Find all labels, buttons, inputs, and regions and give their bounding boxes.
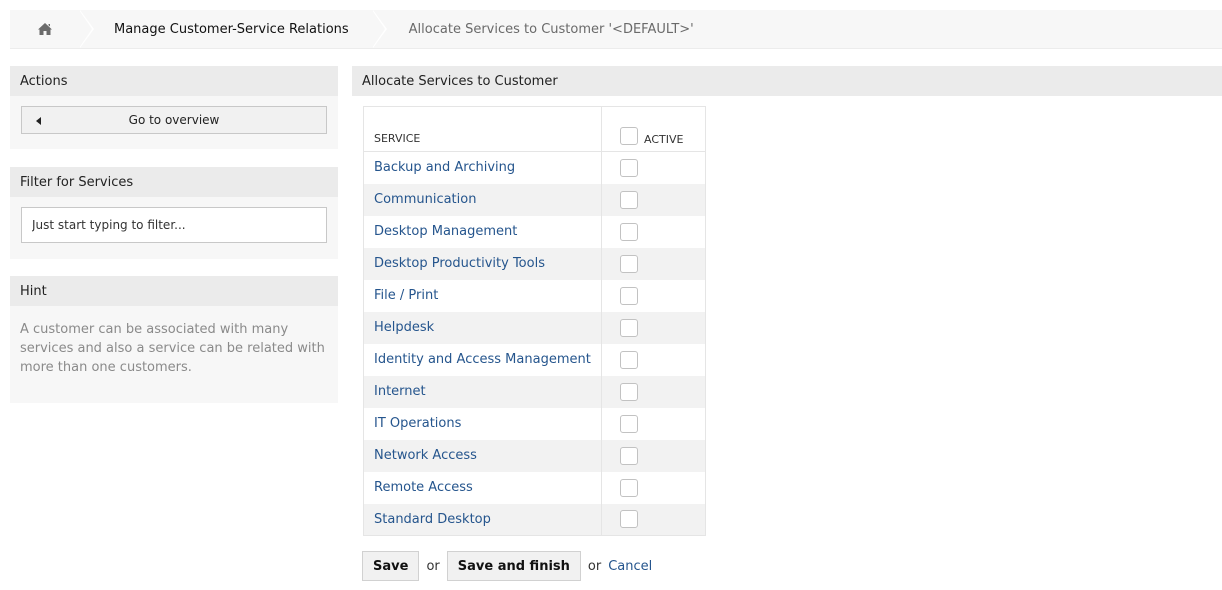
table-row: Network Access — [363, 439, 706, 472]
table-row: File / Print — [364, 279, 706, 312]
service-active-checkbox[interactable] — [620, 190, 638, 209]
caret-left-icon — [36, 117, 41, 125]
table-row: Standard Desktop — [363, 503, 706, 536]
save-button[interactable]: Save — [362, 551, 420, 581]
hint-text: A customer can be associated with many s… — [20, 322, 325, 375]
services-table: SERVICE ACTIVE Backup and Archiving Comm… — [363, 106, 706, 536]
service-active-checkbox[interactable] — [620, 254, 638, 273]
breadcrumb-manage-relations[interactable]: Manage Customer-Service Relations — [80, 10, 387, 48]
service-link[interactable]: Internet — [363, 375, 602, 408]
service-active-checkbox[interactable] — [620, 222, 638, 241]
breadcrumb: Manage Customer-Service Relations Alloca… — [10, 10, 1222, 49]
service-link[interactable]: Helpdesk — [363, 311, 602, 344]
table-row: Communication — [363, 183, 706, 216]
actions-panel: Actions Go to overview — [10, 66, 338, 149]
service-link[interactable]: Desktop Management — [364, 216, 602, 248]
hint-panel-title: Hint — [10, 276, 338, 306]
service-active-checkbox[interactable] — [620, 350, 638, 369]
or-text: or — [587, 558, 602, 574]
home-icon — [38, 23, 52, 35]
hint-panel: Hint A customer can be associated with m… — [10, 276, 338, 403]
form-actions: Save or Save and finish or Cancel — [362, 551, 652, 581]
table-row: Desktop Management — [364, 215, 706, 248]
table-row: Remote Access — [364, 471, 706, 504]
breadcrumb-manage-relations-label: Manage Customer-Service Relations — [114, 21, 349, 37]
select-all-checkbox[interactable] — [620, 127, 638, 145]
service-active-checkbox[interactable] — [620, 446, 638, 465]
breadcrumb-current-label: Allocate Services to Customer '<DEFAULT>… — [408, 21, 694, 37]
service-link[interactable]: IT Operations — [364, 408, 602, 440]
column-header-active: ACTIVE — [601, 106, 706, 152]
service-active-checkbox[interactable] — [620, 382, 638, 401]
go-to-overview-label: Go to overview — [128, 113, 220, 127]
table-row: Desktop Productivity Tools — [363, 247, 706, 280]
service-active-checkbox[interactable] — [620, 158, 638, 177]
table-row: Identity and Access Management — [364, 343, 706, 376]
service-link[interactable]: Communication — [363, 183, 602, 216]
or-text: or — [426, 558, 440, 574]
actions-panel-title: Actions — [10, 66, 338, 96]
table-row: Backup and Archiving — [364, 151, 706, 184]
save-and-finish-button[interactable]: Save and finish — [446, 551, 581, 581]
table-row: Internet — [363, 375, 706, 408]
go-to-overview-button[interactable]: Go to overview — [21, 106, 327, 134]
service-link[interactable]: Standard Desktop — [363, 503, 602, 536]
breadcrumb-home[interactable] — [10, 10, 94, 48]
column-header-active-label: ACTIVE — [644, 133, 684, 146]
service-active-checkbox[interactable] — [620, 414, 638, 433]
service-link[interactable]: Backup and Archiving — [364, 152, 602, 184]
service-link[interactable]: File / Print — [364, 280, 602, 312]
service-link[interactable]: Desktop Productivity Tools — [363, 247, 602, 280]
service-active-checkbox[interactable] — [620, 318, 638, 337]
service-link[interactable]: Network Access — [363, 439, 602, 472]
service-link[interactable]: Identity and Access Management — [364, 344, 602, 376]
table-row: Helpdesk — [363, 311, 706, 344]
service-active-checkbox[interactable] — [620, 510, 638, 529]
service-link[interactable]: Remote Access — [364, 472, 602, 504]
cancel-link[interactable]: Cancel — [608, 559, 652, 574]
service-active-checkbox[interactable] — [620, 286, 638, 305]
column-header-service: SERVICE — [363, 106, 602, 152]
breadcrumb-current-page: Allocate Services to Customer '<DEFAULT>… — [373, 10, 718, 48]
filter-services-input[interactable] — [21, 207, 327, 243]
table-row: IT Operations — [364, 407, 706, 440]
filter-panel-title: Filter for Services — [10, 167, 338, 197]
service-active-checkbox[interactable] — [620, 478, 638, 497]
filter-panel: Filter for Services — [10, 167, 338, 259]
allocate-services-header: Allocate Services to Customer — [352, 66, 1222, 96]
